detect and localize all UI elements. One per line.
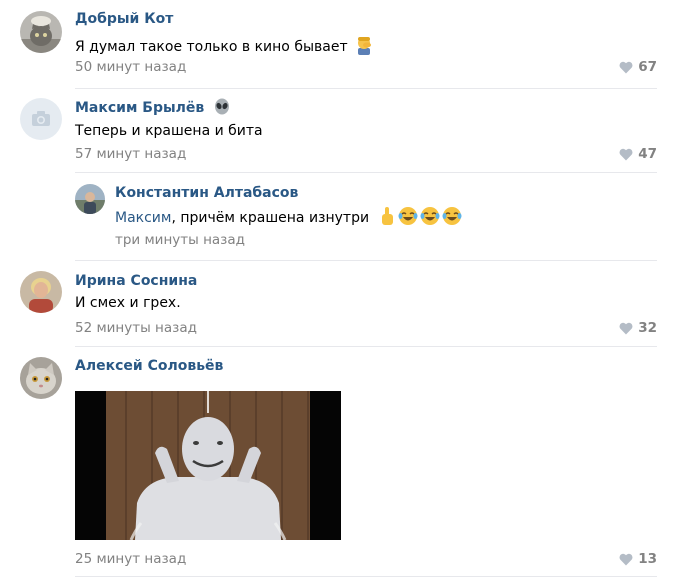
like-button[interactable]: 67	[619, 59, 657, 75]
reply-author[interactable]: Константин Алтабасов	[115, 185, 298, 201]
comment-separator	[75, 172, 657, 173]
comment-separator	[75, 576, 657, 577]
comment-text: Я думал такое только в кино бывает	[75, 35, 374, 59]
comment-text-body: Я думал такое только в кино бывает	[75, 39, 348, 55]
comment-author-name: Максим Брылёв	[75, 100, 205, 116]
comment-text: Теперь и крашена и бита	[75, 123, 263, 139]
comment-author[interactable]: Добрый Кот	[75, 11, 173, 27]
comment-author[interactable]: Алексей Соловьёв	[75, 358, 223, 374]
reply-mention-link[interactable]: Максим	[115, 210, 171, 226]
tears-of-joy-emoji-icon	[442, 206, 462, 230]
like-count: 32	[638, 320, 657, 336]
comment-time[interactable]: 52 минуты назад	[75, 320, 197, 336]
comment-time[interactable]: 25 минут назад	[75, 551, 186, 567]
like-count: 13	[638, 551, 657, 567]
comment-author[interactable]: Максим Брылёв	[75, 98, 231, 119]
comment-time[interactable]: 50 минут назад	[75, 59, 186, 75]
photo-attachment[interactable]	[75, 391, 341, 540]
like-button[interactable]: 32	[619, 320, 657, 336]
heart-icon	[619, 61, 633, 73]
tears-of-joy-emoji-icon	[420, 206, 440, 230]
point-up-emoji-icon	[378, 206, 396, 230]
comment: Алексей Соловьёв 25 минут назад 13	[0, 346, 673, 578]
comment-time[interactable]: 57 минут назад	[75, 146, 186, 162]
like-count: 67	[638, 59, 657, 75]
tears-of-joy-emoji-icon	[398, 206, 418, 230]
comment-text: И смех и грех.	[75, 295, 181, 311]
heart-icon	[619, 322, 633, 334]
heart-icon	[619, 148, 633, 160]
avatar[interactable]	[20, 11, 62, 53]
avatar-placeholder[interactable]	[20, 98, 62, 140]
like-button[interactable]: 47	[619, 146, 657, 162]
reply-text-body: , причём крашена изнутри	[171, 210, 370, 226]
reply-time[interactable]: три минуты назад	[115, 232, 245, 248]
reply-text: Максим, причём крашена изнутри	[115, 206, 462, 230]
avatar[interactable]	[75, 184, 105, 214]
comment-author[interactable]: Ирина Соснина	[75, 273, 197, 289]
facepalm-emoji-icon	[354, 35, 374, 59]
comment: Добрый Кот Я думал такое только в кино б…	[0, 0, 673, 92]
like-button[interactable]: 13	[619, 551, 657, 567]
avatar[interactable]	[20, 271, 62, 313]
heart-icon	[619, 553, 633, 565]
alien-emoji-icon	[213, 98, 231, 119]
comments-feed: Добрый Кот Я думал такое только в кино б…	[0, 0, 673, 578]
like-count: 47	[638, 146, 657, 162]
avatar[interactable]	[20, 357, 62, 399]
comment: Максим Брылёв Теперь и крашена и бита 57…	[0, 88, 673, 261]
comment: Ирина Соснина И смех и грех. 52 минуты н…	[0, 261, 673, 347]
